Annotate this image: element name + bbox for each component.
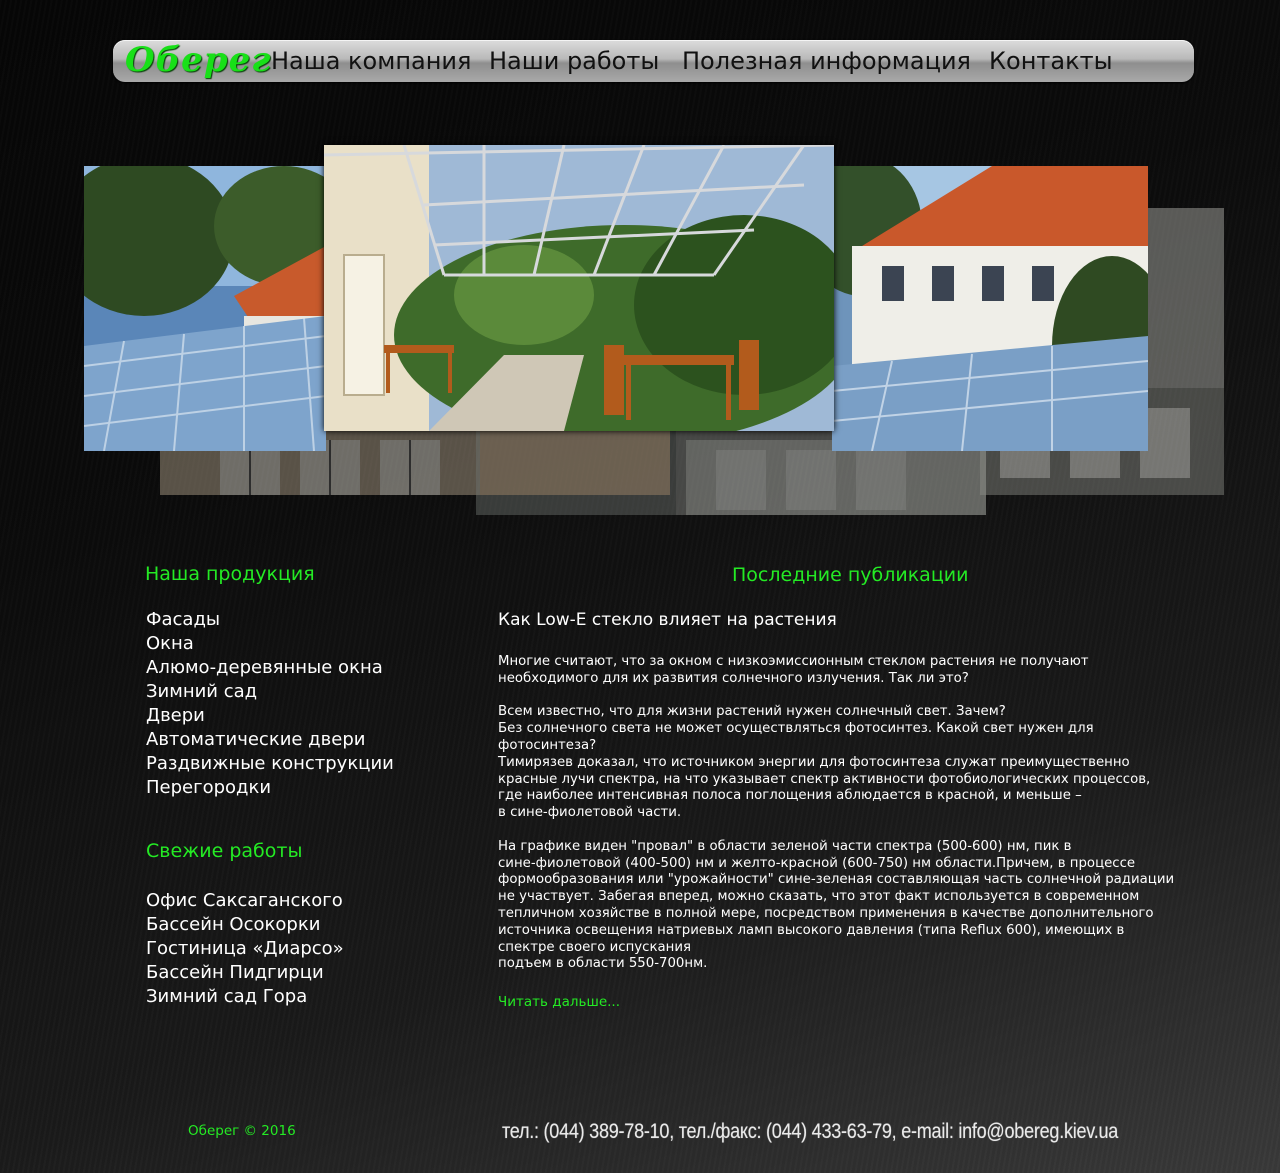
article-paragraph: На графике виден "провал" в области зеле… (498, 838, 1175, 972)
product-link[interactable]: Зимний сад (146, 680, 394, 704)
read-more-link[interactable]: Читать дальше... (498, 994, 620, 1010)
main-nav-bar: Оберег Наша компания Наши работы Полезна… (113, 40, 1194, 82)
product-link[interactable]: Фасады (146, 608, 394, 632)
product-link[interactable]: Раздвижные конструкции (146, 752, 394, 776)
recent-works-heading: Свежие работы (146, 840, 303, 862)
recent-works-list: Офис Саксаганского Бассейн Осокорки Гост… (146, 889, 344, 1009)
work-link[interactable]: Бассейн Осокорки (146, 913, 344, 937)
carousel-photo-right[interactable] (832, 166, 1148, 451)
products-heading: Наша продукция (145, 563, 315, 585)
article-paragraph: Многие считают, что за окном с низкоэмис… (498, 654, 1089, 686)
article-title[interactable]: Как Low-E стекло влияет на растения (498, 610, 837, 630)
product-link[interactable]: Автоматические двери (146, 728, 394, 752)
nav-item-works[interactable]: Наши работы (489, 46, 659, 76)
carousel-photo-main[interactable] (324, 145, 834, 431)
work-link[interactable]: Бассейн Пидгирци (146, 961, 344, 985)
product-link[interactable]: Перегородки (146, 776, 394, 800)
nav-item-useful-info[interactable]: Полезная информация (682, 46, 971, 76)
work-link[interactable]: Офис Саксаганского (146, 889, 344, 913)
article-body: Многие считают, что за окном с низкоэмис… (498, 654, 1218, 990)
nav-item-contacts[interactable]: Контакты (989, 46, 1113, 76)
copyright: Оберег © 2016 (188, 1123, 296, 1139)
carousel-photo-left[interactable] (84, 166, 326, 451)
article-paragraph: Всем известно, что для жизни растений ну… (498, 704, 1151, 821)
products-list: Фасады Окна Алюмо-деревянные окна Зимний… (146, 608, 394, 800)
publications-heading: Последние публикации (732, 564, 969, 586)
logo[interactable]: Оберег (125, 40, 271, 82)
work-link[interactable]: Гостиница «Диарсо» (146, 937, 344, 961)
product-link[interactable]: Алюмо-деревянные окна (146, 656, 394, 680)
product-link[interactable]: Двери (146, 704, 394, 728)
nav-item-company[interactable]: Наша компания (271, 46, 471, 76)
contact-info: тел.: (044) 389-78-10, тел./факс: (044) … (502, 1120, 1119, 1143)
product-link[interactable]: Окна (146, 632, 394, 656)
work-link[interactable]: Зимний сад Гора (146, 985, 344, 1009)
